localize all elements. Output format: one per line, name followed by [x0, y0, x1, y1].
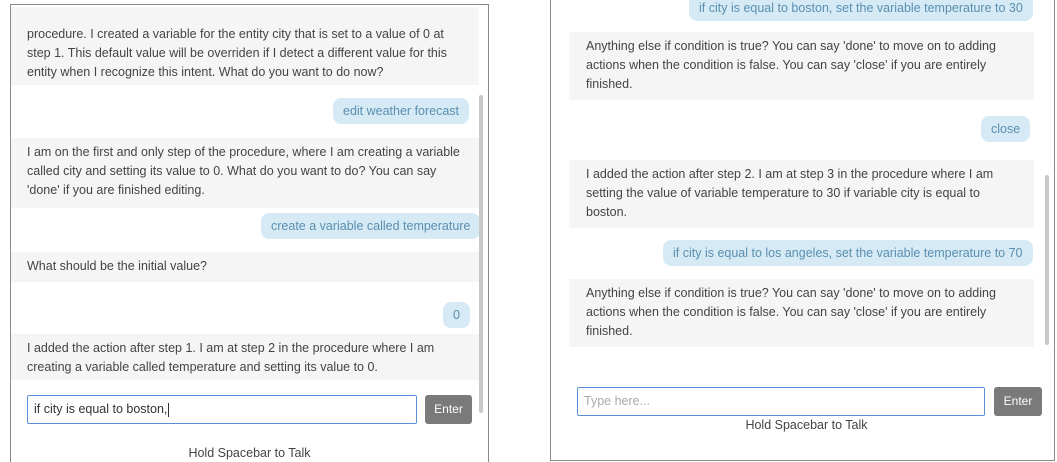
chat-history[interactable]: procedure. I created a variable for the …: [11, 5, 488, 380]
talk-hint: Hold Spacebar to Talk: [188, 446, 311, 460]
bot-message: Anything else if condition is true? You …: [569, 32, 1034, 100]
chat-history[interactable]: if city is equal to boston, set the vari…: [551, 0, 1054, 372]
user-message: 0: [443, 302, 470, 328]
bot-message: procedure. I created a variable for the …: [11, 7, 479, 85]
user-message: edit weather forecast: [333, 98, 470, 124]
bot-message: I added the action after step 1. I am at…: [11, 334, 479, 380]
text-caret: [168, 402, 170, 417]
bot-message: I added the action after step 2. I am at…: [569, 160, 1034, 228]
message-input-value: if city is equal to boston,: [34, 402, 168, 416]
chat-panel-left: procedure. I created a variable for the …: [10, 4, 489, 462]
message-input-placeholder: Type here...: [584, 394, 651, 408]
user-message: if city is equal to los angeles, set the…: [663, 240, 1033, 266]
enter-button[interactable]: Enter: [425, 395, 472, 424]
user-message: close: [981, 116, 1031, 142]
bot-message: I am on the first and only step of the p…: [11, 138, 479, 208]
user-message: create a variable called temperature: [261, 213, 481, 239]
bot-message: What should be the initial value?: [11, 252, 479, 282]
message-input[interactable]: if city is equal to boston,: [27, 395, 417, 424]
enter-button[interactable]: Enter: [994, 387, 1042, 416]
chat-scrollbar[interactable]: [479, 95, 483, 413]
user-message: if city is equal to boston, set the vari…: [689, 0, 1033, 21]
chat-panel-right: if city is equal to boston, set the vari…: [550, 0, 1055, 461]
bot-message: Anything else if condition is true? You …: [569, 279, 1034, 347]
chat-scrollbar[interactable]: [1045, 175, 1049, 345]
message-input[interactable]: Type here...: [577, 387, 985, 416]
talk-hint: Hold Spacebar to Talk: [745, 418, 868, 432]
